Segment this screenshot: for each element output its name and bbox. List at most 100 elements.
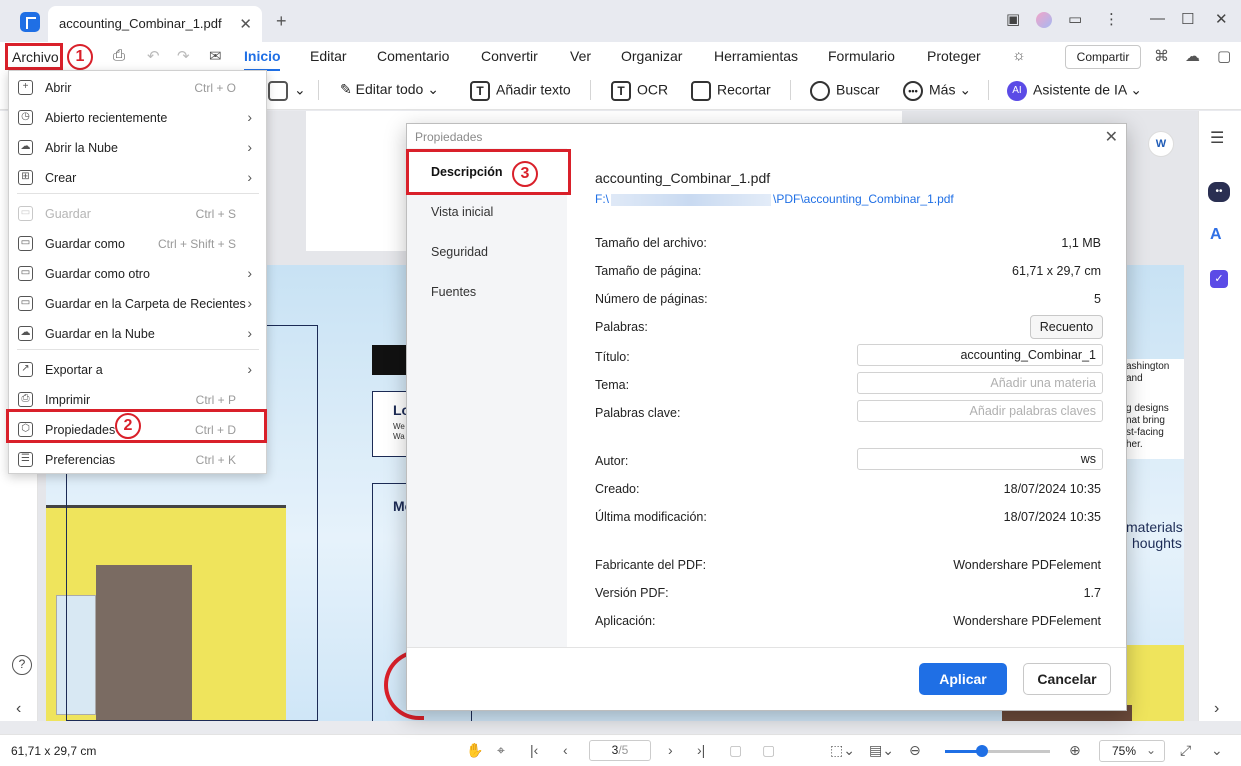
- prev-page-icon[interactable]: ‹: [563, 742, 568, 758]
- menu-editar[interactable]: Editar: [310, 48, 347, 64]
- apply-button[interactable]: Aplicar: [919, 663, 1007, 695]
- menu-item-abrir-nube[interactable]: ☁ Abrir la Nube ›: [9, 133, 266, 163]
- fit-page-icon[interactable]: ▢: [729, 742, 742, 759]
- menu-proteger[interactable]: Proteger: [927, 48, 981, 64]
- zoom-select[interactable]: 75% ⌄: [1099, 740, 1165, 762]
- hand-tool-icon[interactable]: ✋: [466, 742, 483, 759]
- menu-ver[interactable]: Ver: [570, 48, 591, 64]
- zoom-in-icon[interactable]: ⊕: [1069, 742, 1081, 759]
- menu-herramientas[interactable]: Herramientas: [714, 48, 798, 64]
- menu-organizar[interactable]: Organizar: [621, 48, 682, 64]
- menu-comentario[interactable]: Comentario: [377, 48, 449, 64]
- menu-formulario[interactable]: Formulario: [828, 48, 895, 64]
- menu-item-label: Exportar a: [45, 363, 103, 377]
- title-input[interactable]: accounting_Combinar_1: [857, 344, 1103, 366]
- maximize-button[interactable]: ☐: [1181, 10, 1194, 28]
- step-3-marker: 3: [512, 161, 538, 187]
- avatar[interactable]: [1036, 12, 1052, 28]
- next-page-icon[interactable]: ›: [668, 742, 673, 758]
- properties-dialog: Propiedades ✕ Descripción 3 Vista inicia…: [406, 123, 1127, 711]
- more-vertical-icon[interactable]: ⋮: [1104, 10, 1119, 28]
- crop-view-icon[interactable]: ⬚⌄: [830, 742, 855, 759]
- select-tool-icon[interactable]: ⌖: [497, 742, 505, 759]
- collapse-left-icon[interactable]: ‹: [16, 700, 21, 718]
- collapse-right-icon[interactable]: ›: [1214, 700, 1219, 718]
- network-icon[interactable]: ⌘: [1154, 47, 1169, 65]
- tab-descripcion[interactable]: Descripción: [431, 165, 503, 179]
- fullscreen-icon[interactable]: ⤢: [1180, 742, 1191, 759]
- more-button[interactable]: ••• Más ⌄: [903, 81, 971, 101]
- cancel-button[interactable]: Cancelar: [1023, 663, 1111, 695]
- menu-item-guardar-como[interactable]: ▭ Guardar como Ctrl + Shift + S: [9, 229, 266, 259]
- page-number-input[interactable]: 3/5: [589, 740, 651, 761]
- keywords-input[interactable]: Añadir palabras claves: [857, 400, 1103, 422]
- menu-item-guardar-carpeta-recientes[interactable]: ▭ Guardar en la Carpeta de Recientes ›: [9, 289, 266, 319]
- settings-sliders-icon[interactable]: ☰: [1210, 128, 1224, 148]
- minimize-button[interactable]: —: [1150, 10, 1165, 27]
- dialog-close-icon[interactable]: ✕: [1105, 127, 1118, 147]
- translate-icon[interactable]: A: [1210, 226, 1222, 244]
- menu-item-abrir[interactable]: + Abrir Ctrl + O: [9, 73, 266, 103]
- convert-to-word-icon[interactable]: W: [1148, 131, 1174, 157]
- file-path[interactable]: F:\ \PDF\accounting_Combinar_1.pdf: [595, 192, 954, 206]
- subject-input[interactable]: Añadir una materia: [857, 372, 1103, 394]
- menu-item-guardar-nube[interactable]: ☁ Guardar en la Nube ›: [9, 319, 266, 349]
- first-page-icon[interactable]: |‹: [530, 742, 538, 758]
- chat-icon[interactable]: ▭: [1068, 10, 1082, 28]
- close-tab-icon[interactable]: ✕: [239, 15, 252, 33]
- select-dropdown[interactable]: ⌄: [268, 81, 306, 101]
- card-text-2: Wa: [393, 432, 405, 441]
- save-other-icon: ▭: [18, 266, 33, 281]
- fit-width-icon[interactable]: ▢: [762, 742, 775, 759]
- mail-icon[interactable]: ✉: [209, 47, 222, 65]
- new-tab-icon[interactable]: +: [276, 11, 287, 32]
- notification-icon[interactable]: ▣: [1006, 10, 1020, 28]
- add-text-button[interactable]: T Añadir texto: [470, 81, 571, 101]
- text-line-6: her.: [1126, 439, 1143, 450]
- window-icon[interactable]: ▢: [1217, 47, 1231, 65]
- menu-item-abierto-recientemente[interactable]: ◷ Abierto recientemente ›: [9, 103, 266, 133]
- expand-icon[interactable]: ⌄: [1211, 742, 1223, 759]
- zoom-slider-handle[interactable]: [975, 745, 988, 757]
- menu-convertir[interactable]: Convertir: [481, 48, 538, 64]
- save-icon: ▭: [18, 206, 33, 221]
- ai-robot-icon[interactable]: ••: [1208, 182, 1230, 202]
- edit-all-button[interactable]: ✎ Editar todo ⌄: [340, 81, 439, 98]
- cloud-upload-icon[interactable]: ☁: [1185, 47, 1200, 65]
- redo-icon[interactable]: ↷: [177, 47, 190, 65]
- undo-icon[interactable]: ↶: [147, 47, 160, 65]
- page-view-icon[interactable]: ▤⌄: [869, 742, 894, 759]
- menu-item-label: Abrir: [45, 81, 72, 95]
- text-column: ashington and g designs nat bring st-fac…: [1124, 359, 1184, 459]
- crop-button[interactable]: Recortar: [691, 81, 771, 101]
- checklist-icon[interactable]: ✓: [1210, 270, 1228, 288]
- last-page-icon[interactable]: ›|: [697, 742, 705, 758]
- document-tab[interactable]: accounting_Combinar_1.pdf ✕: [48, 6, 262, 42]
- created-label: Creado:: [595, 482, 640, 496]
- menu-item-guardar-como-otro[interactable]: ▭ Guardar como otro ›: [9, 259, 266, 289]
- help-icon[interactable]: ?: [12, 655, 32, 675]
- count-words-button[interactable]: Recuento: [1030, 315, 1103, 339]
- export-icon: ↗: [18, 362, 33, 377]
- keywords-label: Palabras clave:: [595, 406, 681, 420]
- ai-assistant-button[interactable]: AI Asistente de IA ⌄: [1007, 81, 1142, 101]
- zoom-out-icon[interactable]: ⊖: [909, 742, 921, 759]
- ocr-button[interactable]: T OCR: [611, 81, 668, 101]
- print-icon[interactable]: ⎙: [113, 47, 125, 64]
- search-button[interactable]: Buscar: [810, 81, 880, 101]
- menu-item-crear[interactable]: ⊞ Crear ›: [9, 163, 266, 193]
- close-window-button[interactable]: ✕: [1215, 10, 1228, 28]
- menu-item-preferencias[interactable]: ☰ Preferencias Ctrl + K: [9, 445, 266, 475]
- tab-vista-inicial[interactable]: Vista inicial: [431, 205, 493, 219]
- lightbulb-icon[interactable]: ☼: [1012, 47, 1026, 64]
- menu-archivo[interactable]: Archivo: [5, 43, 63, 70]
- chevron-right-icon: ›: [247, 109, 252, 125]
- tab-fuentes[interactable]: Fuentes: [431, 285, 476, 299]
- tab-seguridad[interactable]: Seguridad: [431, 245, 488, 259]
- menu-item-exportar[interactable]: ↗ Exportar a ›: [9, 355, 266, 385]
- menu-inicio[interactable]: Inicio: [244, 48, 281, 64]
- menu-item-label: Guardar como otro: [45, 267, 150, 281]
- share-button[interactable]: Compartir: [1065, 45, 1141, 69]
- author-input[interactable]: ws: [857, 448, 1103, 470]
- menu-divider: [17, 193, 259, 194]
